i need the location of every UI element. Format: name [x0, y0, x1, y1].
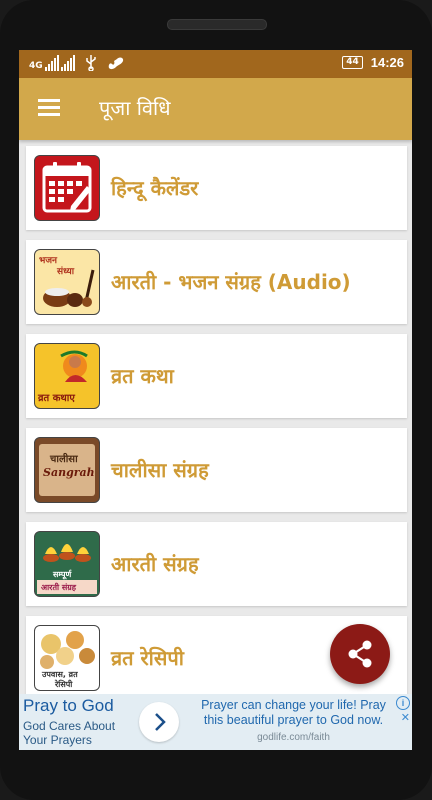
share-icon [348, 640, 372, 668]
speaker-grille [167, 19, 267, 30]
battery-indicator: 44 [342, 56, 363, 69]
app-bar: पूजा विधि [19, 78, 412, 140]
vrat-katha-icon: व्रत कथाए [34, 343, 100, 409]
page-title: पूजा विधि [99, 96, 171, 120]
voicemail-icon [108, 57, 123, 70]
ad-banner[interactable]: Pray to God God Cares About Your Prayers… [19, 694, 412, 750]
list-item-label: व्रत रेसिपी [111, 646, 184, 670]
network-type: 4G [29, 61, 43, 71]
list-item-label: हिन्दू कैलेंडर [111, 176, 199, 200]
ad-close-icon[interactable]: ✕ [401, 711, 410, 724]
ad-url: godlife.com/faith [257, 732, 330, 743]
list-item-vrat-katha[interactable]: व्रत कथाए व्रत कथा [26, 334, 407, 418]
ad-headline[interactable]: Pray to God [23, 696, 114, 716]
ad-open-button[interactable] [139, 702, 179, 742]
phone-frame: 4G 44 14:26 पूजा विधि हिन्दू कैलेंडर भजन… [0, 0, 432, 800]
aarti-sangrah-icon: सम्पूर्ण आरती संग्रह [34, 531, 100, 597]
ad-body: Prayer can change your life! Pray this b… [201, 698, 386, 727]
chalisa-sangrah-icon: चालीसा Sangrah [34, 437, 100, 503]
vrat-recipe-icon: उपवास, व्रत रेसिपी [34, 625, 100, 691]
list-item-label: आरती - भजन संग्रह (Audio) [111, 270, 351, 294]
screen: 4G 44 14:26 पूजा विधि हिन्दू कैलेंडर भजन… [19, 50, 412, 750]
list-item-label: व्रत कथा [111, 364, 174, 388]
hamburger-menu-icon[interactable] [38, 99, 60, 117]
list-item-label: आरती संग्रह [111, 552, 199, 576]
calendar-icon [34, 155, 100, 221]
list-item-aarti-bhajan-audio[interactable]: भजन संध्या आरती - भजन संग्रह (Audio) [26, 240, 407, 324]
list-item-hindu-calendar[interactable]: हिन्दू कैलेंडर [26, 146, 407, 230]
signal-icon: 4G [29, 55, 75, 71]
list-item-chalisa-sangrah[interactable]: चालीसा Sangrah चालीसा संग्रह [26, 428, 407, 512]
chevron-right-icon [155, 713, 166, 731]
ad-subtext: God Cares About Your Prayers [23, 719, 116, 747]
ad-info-icon[interactable]: i [396, 696, 410, 710]
usb-icon [85, 55, 96, 71]
list-item-aarti-sangrah[interactable]: सम्पूर्ण आरती संग्रह आरती संग्रह [26, 522, 407, 606]
status-time: 14:26 [370, 55, 404, 70]
share-button[interactable] [330, 624, 390, 684]
bhajan-sandhya-icon: भजन संध्या [34, 249, 100, 315]
status-bar: 4G 44 14:26 [19, 50, 412, 78]
list-item-label: चालीसा संग्रह [111, 458, 209, 482]
